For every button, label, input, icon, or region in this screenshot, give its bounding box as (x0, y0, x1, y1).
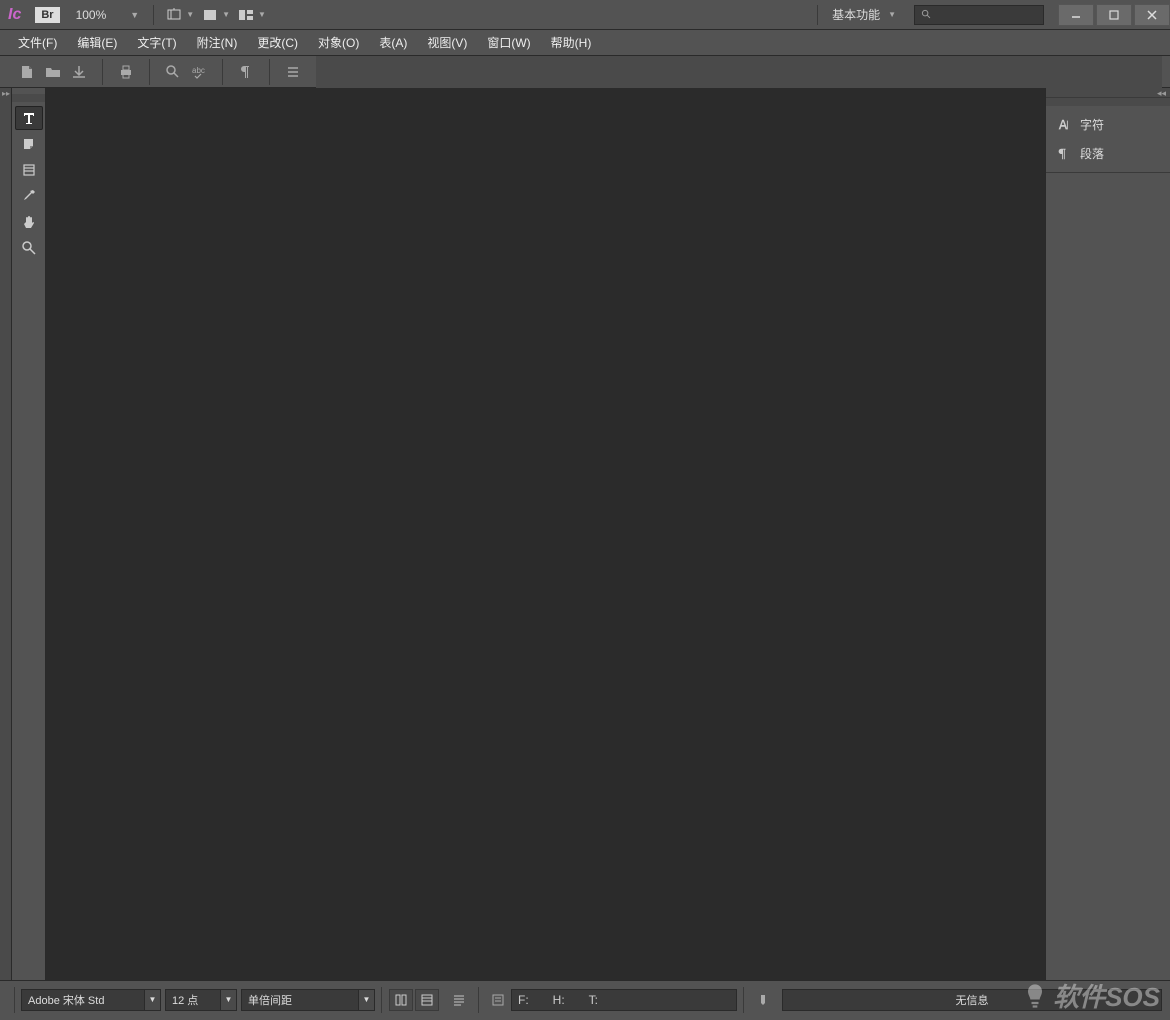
menu-file[interactable]: 文件(F) (8, 34, 67, 51)
menu-bar: 文件(F) 编辑(E) 文字(T) 附注(N) 更改(C) 对象(O) 表(A)… (0, 30, 1170, 56)
left-panel-strip[interactable]: ▸▸ (0, 88, 12, 980)
character-icon (1056, 118, 1070, 132)
toolbar: abc (0, 56, 1170, 88)
justify-button[interactable] (447, 989, 471, 1011)
screen-mode-button[interactable]: ▼ (162, 7, 198, 23)
menu-changes[interactable]: 更改(C) (247, 34, 308, 51)
chevron-down-icon: ▼ (358, 990, 374, 1010)
menu-table[interactable]: 表(A) (369, 34, 417, 51)
menu-edit[interactable]: 编辑(E) (67, 34, 127, 51)
separator (743, 987, 744, 1013)
tool-panel (12, 88, 46, 980)
font-family-select[interactable]: Adobe 宋体 Std ▼ (21, 989, 161, 1011)
info-display: 无信息 (782, 989, 1162, 1011)
menu-view[interactable]: 视图(V) (417, 34, 477, 51)
menu-object[interactable]: 对象(O) (308, 34, 369, 51)
zoom-select[interactable]: 100% ▼ (70, 8, 146, 22)
chevron-down-icon: ▼ (258, 10, 266, 19)
print-button[interactable] (113, 59, 139, 85)
minimize-button[interactable] (1058, 4, 1094, 26)
line-spacing-select[interactable]: 单倍间距 ▼ (241, 989, 375, 1011)
separator (817, 5, 818, 25)
stats-display: F: H: T: (511, 989, 737, 1011)
main-area: ▸▸ ◂◂ 字符 段落 (0, 88, 1170, 980)
separator (269, 59, 270, 85)
separator (381, 987, 382, 1013)
window-controls (1056, 4, 1170, 26)
depth-ruler-button[interactable] (751, 989, 775, 1011)
open-button[interactable] (40, 59, 66, 85)
save-button[interactable] (66, 59, 92, 85)
zoom-value: 100% (76, 8, 107, 22)
chevron-down-icon: ▼ (220, 990, 236, 1010)
chevron-down-icon: ▼ (222, 10, 230, 19)
character-panel-button[interactable]: 字符 (1046, 110, 1170, 139)
title-bar: Ic Br 100% ▼ ▼ ▼ ▼ 基本功能 ▼ (0, 0, 1170, 30)
separator (478, 987, 479, 1013)
hand-tool[interactable] (15, 210, 43, 234)
collapse-panel-button[interactable]: ◂◂ (1046, 88, 1170, 98)
svg-text:abc: abc (192, 66, 205, 75)
type-tool[interactable] (15, 106, 43, 130)
h-label: H: (553, 993, 565, 1007)
separator (153, 5, 154, 25)
separator (149, 59, 150, 85)
eyedropper-tool[interactable] (15, 184, 43, 208)
info-text: 无信息 (956, 992, 989, 1008)
search-input[interactable] (914, 5, 1044, 25)
line-spacing-value: 单倍间距 (248, 992, 292, 1008)
new-doc-button[interactable] (14, 59, 40, 85)
separator (14, 987, 15, 1013)
view-options-button[interactable]: ▼ (198, 7, 234, 23)
maximize-button[interactable] (1096, 4, 1132, 26)
chevron-down-icon: ▼ (186, 10, 194, 19)
note-tool[interactable] (15, 132, 43, 156)
t-label: T: (589, 993, 598, 1007)
find-button[interactable] (160, 59, 186, 85)
separator (102, 59, 103, 85)
panel-label: 字符 (1080, 116, 1104, 133)
column-view-button[interactable] (389, 989, 413, 1011)
font-family-value: Adobe 宋体 Std (28, 992, 104, 1008)
document-canvas[interactable] (46, 88, 1045, 980)
workspace-select[interactable]: 基本功能 ▼ (826, 6, 902, 23)
panel-grip[interactable] (12, 94, 45, 102)
galley-view-button[interactable] (415, 989, 439, 1011)
menu-lines-button[interactable] (280, 59, 306, 85)
close-button[interactable] (1134, 4, 1170, 26)
arrange-button[interactable]: ▼ (234, 7, 270, 23)
status-bar: Adobe 宋体 Std ▼ 12 点 ▼ 单倍间距 ▼ F: H: T: 无信… (0, 980, 1170, 1018)
panel-grip[interactable] (1046, 98, 1170, 106)
search-icon (921, 9, 932, 20)
separator (222, 59, 223, 85)
story-info-button[interactable] (486, 989, 510, 1011)
chevron-down-icon: ▼ (144, 990, 160, 1010)
toolbar-spacer (316, 56, 1162, 88)
bridge-button[interactable]: Br (35, 7, 59, 23)
right-panel: ◂◂ 字符 段落 (1045, 88, 1170, 980)
paragraph-panel-button[interactable]: 段落 (1046, 139, 1170, 168)
font-size-select[interactable]: 12 点 ▼ (165, 989, 237, 1011)
position-tool[interactable] (15, 158, 43, 182)
pilcrow-button[interactable] (233, 59, 259, 85)
menu-text[interactable]: 文字(T) (127, 34, 186, 51)
workspace-label: 基本功能 (832, 6, 880, 23)
app-logo: Ic (8, 6, 21, 24)
chevron-down-icon: ▼ (888, 10, 896, 19)
panel-label: 段落 (1080, 145, 1104, 162)
expand-right-icon[interactable]: ▸▸ (1, 88, 11, 99)
chevron-down-icon: ▼ (130, 10, 139, 20)
menu-window[interactable]: 窗口(W) (477, 34, 540, 51)
f-label: F: (518, 993, 529, 1007)
spellcheck-button[interactable]: abc (186, 59, 212, 85)
menu-notes[interactable]: 附注(N) (187, 34, 248, 51)
font-size-value: 12 点 (172, 992, 198, 1008)
zoom-tool[interactable] (15, 236, 43, 260)
paragraph-icon (1056, 147, 1070, 161)
menu-help[interactable]: 帮助(H) (541, 34, 602, 51)
